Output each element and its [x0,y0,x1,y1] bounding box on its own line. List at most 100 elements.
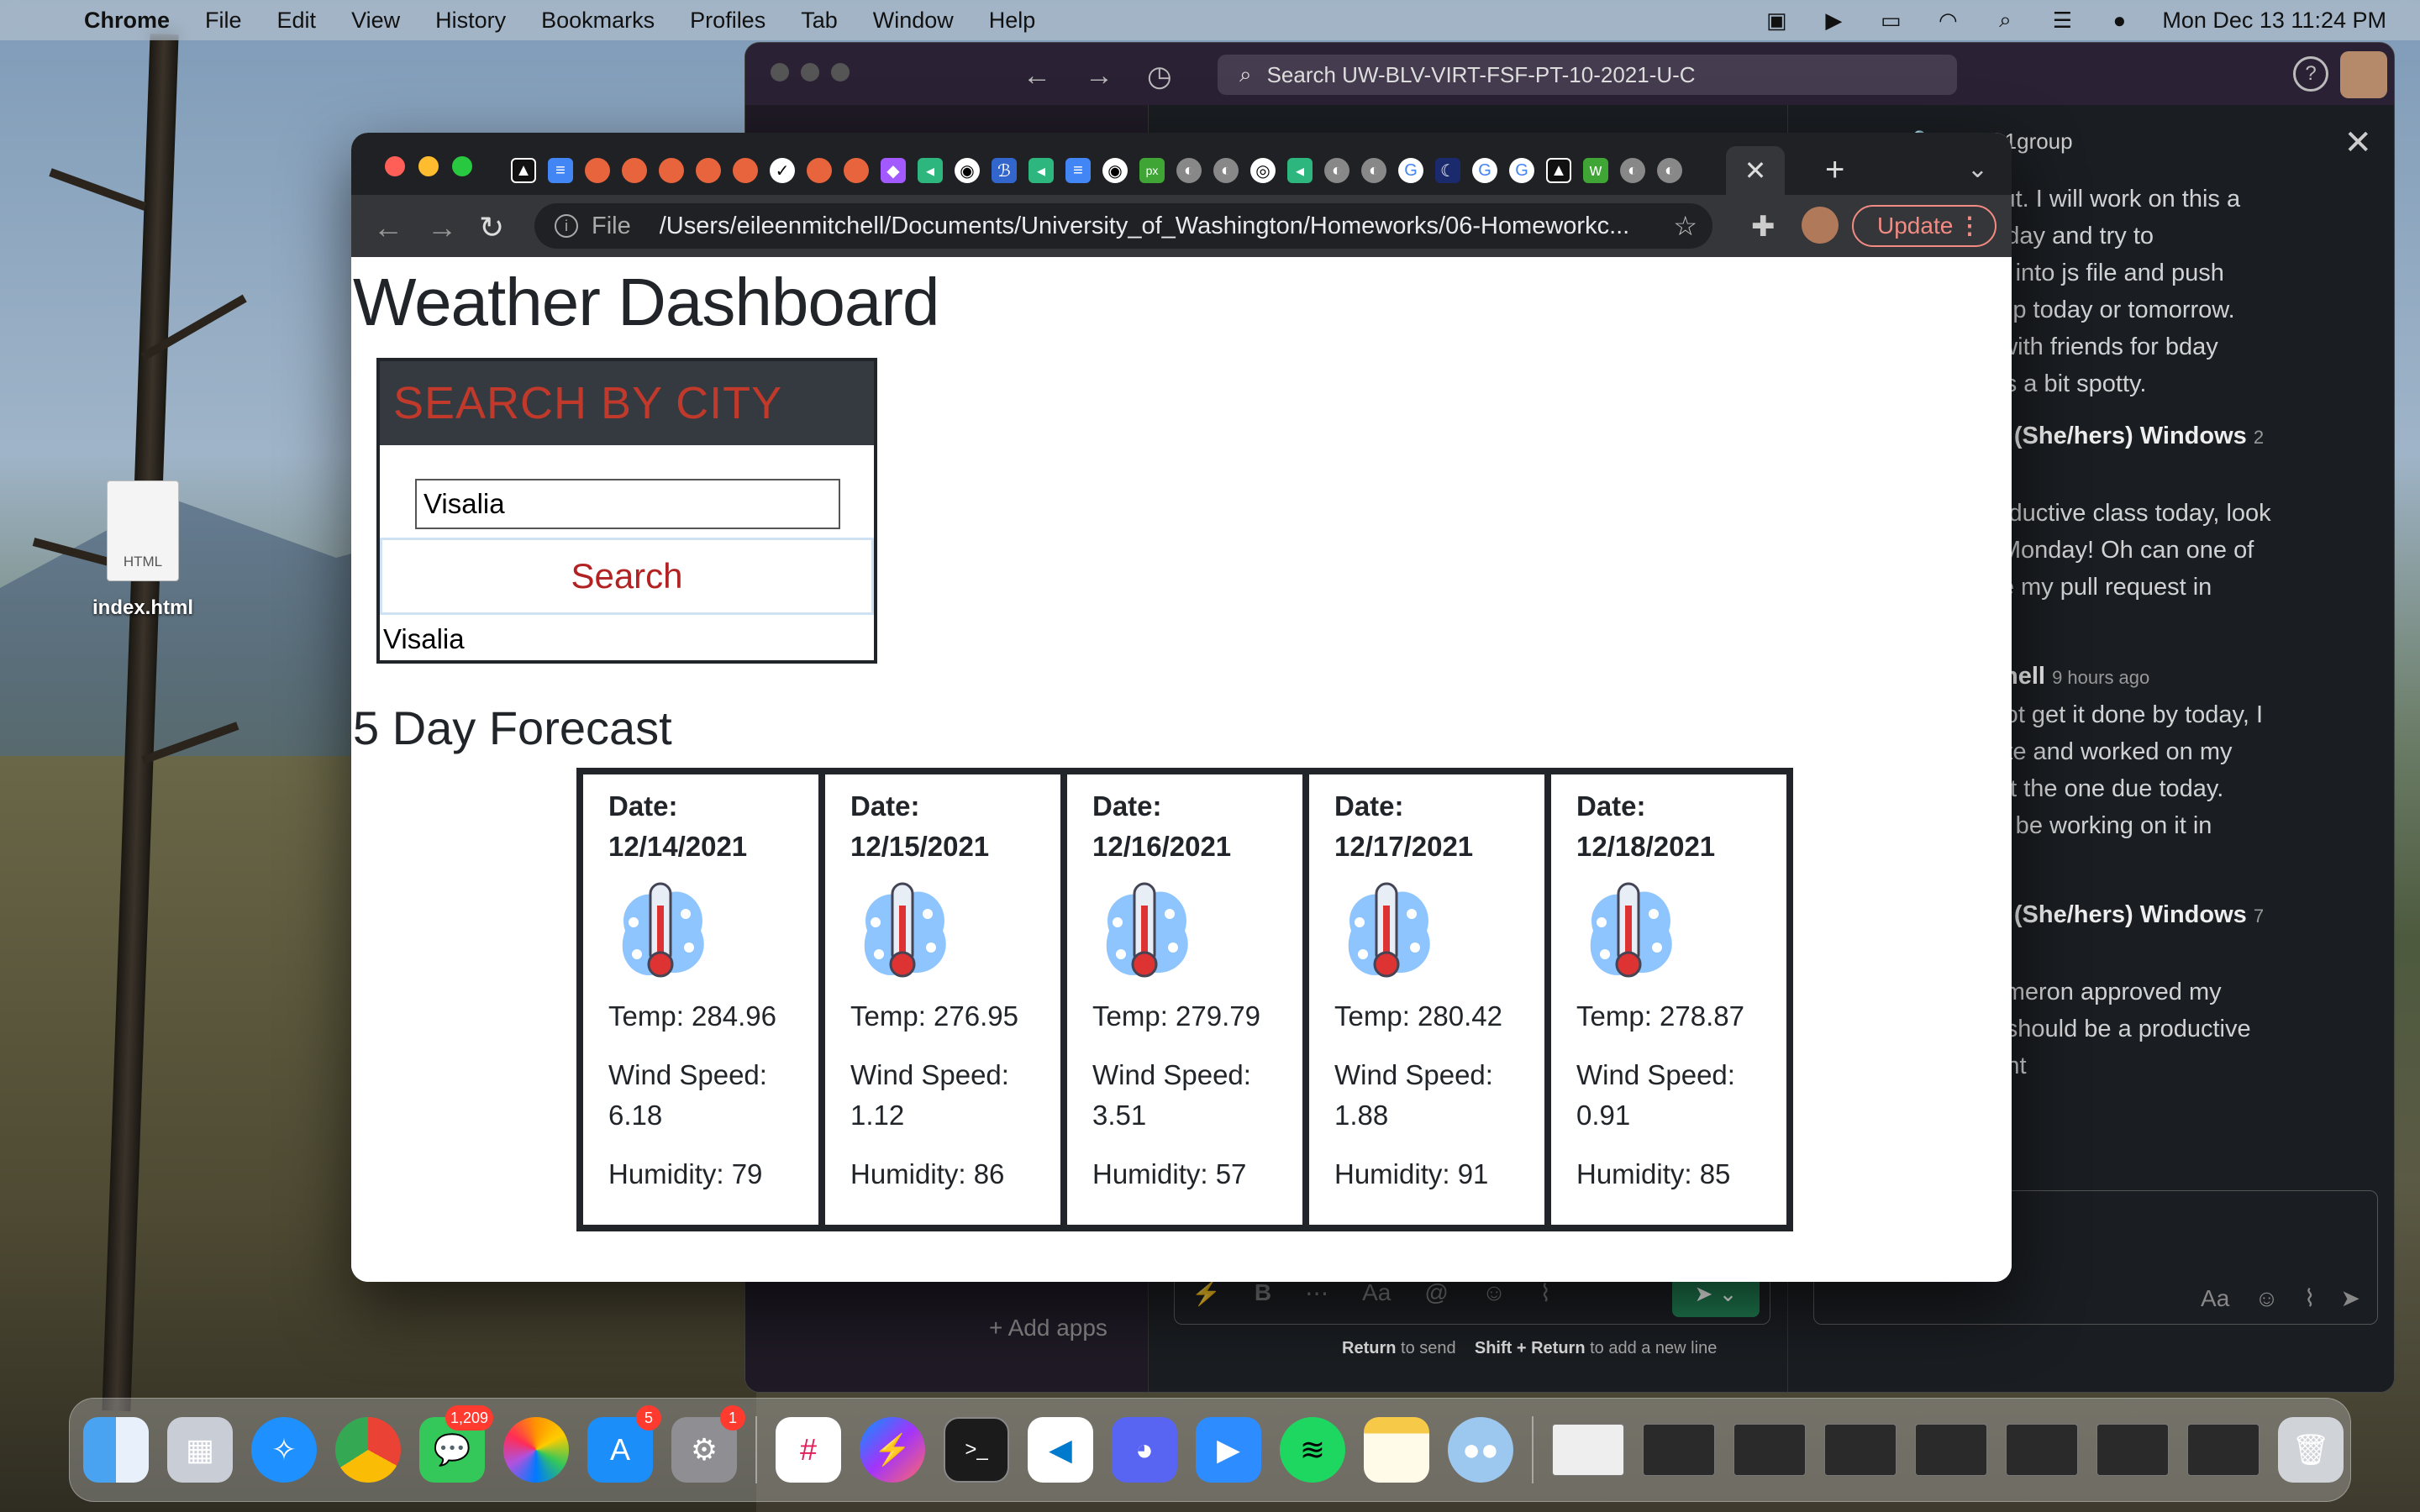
city-search-input[interactable] [415,479,840,529]
tab-github-icon[interactable]: ◉ [955,158,980,183]
format-icon[interactable]: Aa [2201,1285,2229,1312]
minimized-window-thumbnail[interactable] [1915,1424,1987,1476]
tab-favicon[interactable] [585,158,610,183]
tab-favicon[interactable]: ▲ [511,158,536,183]
tab-figma-icon[interactable]: ◆ [881,158,906,183]
slack-icon[interactable]: # [776,1417,841,1483]
tab-globe-icon[interactable]: ◐ [1657,158,1682,183]
zoom-dot[interactable] [831,62,850,81]
tab-favicon[interactable] [733,158,758,183]
reload-icon[interactable]: ↻ [479,210,504,245]
tab-check-icon[interactable]: ✓ [770,158,795,183]
control-center-icon[interactable]: ☰ [2048,8,2076,33]
tab-globe-icon[interactable]: ◐ [1620,158,1645,183]
bookmark-star-icon[interactable]: ☆ [1673,210,1697,242]
tab-globe-icon[interactable]: ◐ [1324,158,1349,183]
emoji-icon[interactable]: ☺ [2254,1285,2279,1312]
notes-icon[interactable] [1364,1417,1429,1483]
tab-favicon[interactable]: w [1583,158,1608,183]
search-button[interactable]: Search [380,538,874,615]
menu-profiles[interactable]: Profiles [690,8,765,34]
menu-history[interactable]: History [435,8,506,34]
tab-favicon[interactable]: ◂ [918,158,943,183]
finder-icon[interactable] [83,1417,149,1483]
avatar[interactable] [1802,207,1839,244]
active-tab[interactable]: ✕ [1726,146,1785,195]
forward-arrow-icon[interactable]: → [1085,60,1113,93]
address-bar[interactable]: i File /Users/eileenmitchell/Documents/U… [534,203,1712,249]
history-clock-icon[interactable]: ◷ [1147,60,1172,93]
tab-globe-icon[interactable]: ◐ [1361,158,1386,183]
play-icon[interactable]: ▶ [1819,8,1848,33]
close-dot[interactable] [771,62,789,81]
menu-bookmarks[interactable]: Bookmarks [541,8,655,34]
messages-icon[interactable]: 💬 1,209 [419,1405,493,1483]
menu-app-name[interactable]: Chrome [84,8,170,34]
messenger-icon[interactable]: ⚡ [860,1417,925,1483]
slack-search-bar[interactable]: ⌕ Search UW-BLV-VIRT-FSF-PT-10-2021-U-C [1218,55,1957,95]
tab-favicon[interactable]: ◂ [1287,158,1313,183]
tab-google-icon[interactable]: G [1472,158,1497,183]
zoom-app-icon[interactable]: ▶ [1196,1417,1261,1483]
spotlight-search-icon[interactable]: ⌕ [1991,7,2019,33]
minimize-dot[interactable] [801,62,819,81]
wifi-icon[interactable]: ◠ [1933,8,1962,33]
zoom-window-button[interactable] [452,156,472,176]
tab-favicon[interactable] [807,158,832,183]
chrome-icon[interactable] [335,1417,401,1483]
menu-help[interactable]: Help [989,8,1036,34]
tab-globe-icon[interactable]: ◐ [1213,158,1239,183]
help-icon[interactable]: ? [2293,56,2328,92]
minimized-window-thumbnail[interactable] [2096,1424,2169,1476]
more-vert-icon[interactable]: ⋮ [1958,212,1981,239]
attach-icon[interactable]: ⌇ [2304,1284,2316,1312]
attach-icon[interactable]: ⌇ [1539,1279,1551,1307]
menu-edit[interactable]: Edit [277,8,317,34]
more-icon[interactable]: ⋯ [1305,1279,1328,1307]
minimize-window-button[interactable] [418,156,439,176]
safari-icon[interactable]: ✧ [251,1417,317,1483]
menu-file[interactable]: File [205,8,242,34]
back-arrow-icon[interactable]: ← [1023,60,1051,93]
tab-favicon[interactable]: ℬ [992,158,1017,183]
minimized-window-thumbnail[interactable] [2006,1424,2078,1476]
photos-icon[interactable] [503,1417,569,1483]
tab-favicon[interactable]: px [1139,158,1165,183]
forward-arrow-icon[interactable]: → [427,210,457,245]
shortcuts-icon[interactable]: ⚡ [1192,1279,1221,1307]
app-store-icon[interactable]: A5 [587,1405,661,1483]
tab-github-icon[interactable]: ◉ [1102,158,1128,183]
avatar[interactable] [2340,51,2387,98]
info-icon[interactable]: i [555,214,578,238]
tab-favicon[interactable] [622,158,647,183]
tab-google-icon[interactable]: G [1509,158,1534,183]
tab-favicon[interactable] [659,158,684,183]
back-arrow-icon[interactable]: ← [373,210,403,245]
minimized-window-thumbnail[interactable] [1824,1424,1897,1476]
tab-favicon[interactable]: ◂ [1028,158,1054,183]
url-text[interactable]: /Users/eileenmitchell/Documents/Universi… [660,213,1668,240]
discord-icon[interactable]: ◕ [1112,1417,1177,1483]
minimized-window-thumbnail[interactable] [1733,1424,1806,1476]
close-icon[interactable]: ✕ [2344,123,2372,162]
battery-icon[interactable]: ▭ [1876,8,1905,33]
format-icon[interactable]: Aa [1362,1279,1391,1306]
tab-favicon[interactable] [844,158,869,183]
spotify-icon[interactable]: ≋ [1280,1417,1345,1483]
search-history-item[interactable]: Visalia [383,623,465,655]
trash-icon[interactable]: 🗑 [2278,1417,2344,1483]
vscode-icon[interactable]: ◀ [1028,1417,1093,1483]
terminal-icon[interactable]: >_ [944,1417,1009,1483]
tab-google-icon[interactable]: G [1398,158,1423,183]
menu-view[interactable]: View [351,8,400,34]
siri-icon[interactable]: ● [2105,8,2133,33]
tab-favicon[interactable]: ☾ [1435,158,1460,183]
extensions-icon[interactable]: ✚ [1751,210,1776,244]
zoom-icon[interactable]: ▣ [1762,8,1791,33]
mention-icon[interactable]: @ [1424,1279,1448,1306]
add-apps-link[interactable]: + Add apps [989,1315,1107,1341]
minimized-window-thumbnail[interactable] [1552,1424,1624,1476]
launchpad-icon[interactable]: ▦ [167,1417,233,1483]
minimized-window-thumbnail[interactable] [2187,1424,2260,1476]
tab-docs-icon[interactable]: ≡ [548,158,573,183]
